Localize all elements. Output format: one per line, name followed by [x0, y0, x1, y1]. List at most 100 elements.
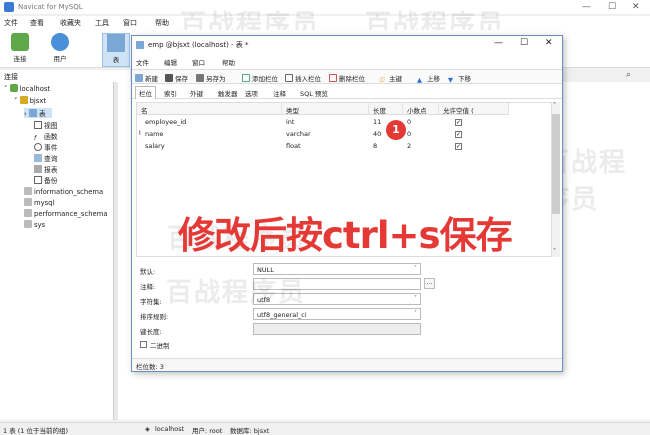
- sidebar-header: 连接: [0, 70, 130, 82]
- clock-icon: [34, 143, 42, 151]
- insert-field-button[interactable]: 插入栏位: [285, 73, 321, 83]
- dialog-menubar: 文件 编辑 窗口 帮助: [132, 55, 562, 68]
- save-button[interactable]: 保存: [165, 73, 188, 83]
- new-button[interactable]: 新建: [135, 73, 158, 83]
- tab-options[interactable]: 选项: [245, 88, 258, 98]
- table-icon: [28, 109, 37, 117]
- menu-help[interactable]: 帮助: [155, 18, 169, 28]
- field-type-cell[interactable]: int: [282, 116, 298, 128]
- tab-sql-preview[interactable]: SQL 预览: [300, 88, 328, 98]
- table-button[interactable]: 表: [102, 33, 130, 67]
- nullable-checkbox[interactable]: ✓: [455, 119, 462, 126]
- tab-fields[interactable]: 栏位: [135, 86, 156, 99]
- connect-button[interactable]: 连接: [6, 33, 34, 63]
- watermark: 百战程序员: [166, 278, 307, 308]
- database-icon: [24, 209, 32, 217]
- tab-triggers[interactable]: 触发器: [218, 88, 238, 98]
- tree-node-reports[interactable]: 报表: [34, 164, 58, 174]
- minimize-icon[interactable]: —: [582, 2, 591, 12]
- tree-node-information-schema[interactable]: information_schema: [24, 187, 103, 196]
- menu-window[interactable]: 窗口: [123, 18, 137, 28]
- tree-node-performance-schema[interactable]: performance_schema: [24, 209, 107, 218]
- menu-tools[interactable]: 工具: [95, 18, 109, 28]
- comment-edit-button[interactable]: ...: [424, 278, 435, 289]
- field-name-cell[interactable]: salary: [141, 140, 169, 152]
- add-field-button[interactable]: 添加栏位: [242, 73, 278, 83]
- table-icon: [136, 41, 144, 49]
- binary-checkbox[interactable]: [140, 341, 147, 348]
- field-length-cell[interactable]: 8: [369, 140, 381, 152]
- close-icon[interactable]: ✕: [545, 38, 553, 48]
- save-as-button[interactable]: 另存为: [196, 73, 226, 83]
- charset-label: 字符集:: [140, 298, 162, 306]
- field-length-cell[interactable]: 40: [369, 128, 385, 140]
- app-title: Navicat for MySQL: [18, 3, 83, 11]
- plug-icon: [11, 33, 29, 51]
- query-icon: [34, 154, 42, 162]
- user-icon: [51, 33, 69, 51]
- tree-node-sys[interactable]: sys: [24, 220, 45, 229]
- menu-favorites[interactable]: 收藏夹: [60, 18, 81, 28]
- field-length-cell[interactable]: 11: [369, 116, 385, 128]
- user-label: 用户: [53, 55, 67, 63]
- chevron-down-icon[interactable]: ˅: [553, 248, 556, 255]
- tab-indexes[interactable]: 索引: [164, 88, 177, 98]
- maximize-icon[interactable]: ☐: [608, 2, 616, 12]
- tab-foreign-keys[interactable]: 外键: [190, 88, 203, 98]
- field-decimals-cell[interactable]: 2: [403, 140, 415, 152]
- field-type-cell[interactable]: varchar: [282, 128, 315, 140]
- dialog-menu-window[interactable]: 窗口: [192, 57, 205, 67]
- database-icon: [24, 187, 32, 195]
- menu-view[interactable]: 查看: [30, 18, 44, 28]
- column-header-name[interactable]: 名: [137, 103, 282, 115]
- key-length-label: 键长度:: [140, 328, 162, 336]
- move-up-button[interactable]: ▲ 上移: [417, 73, 440, 84]
- step-marker: 1: [386, 120, 406, 140]
- save-icon: [165, 74, 173, 82]
- tab-comment[interactable]: 注释: [273, 88, 286, 98]
- delete-field-button[interactable]: 删除栏位: [329, 73, 365, 83]
- tree-node-bjsxt[interactable]: ˅ bjsxt: [14, 96, 46, 105]
- dialog-title: emp @bjsxt (localhost) - 表 *: [148, 41, 249, 49]
- column-header-type[interactable]: 类型: [282, 103, 369, 115]
- database-icon: [24, 220, 32, 228]
- tree-node-queries[interactable]: 查询: [34, 153, 58, 163]
- menu-file[interactable]: 文件: [4, 18, 18, 28]
- scrollbar-thumb[interactable]: [552, 114, 560, 214]
- dialog-toolbar: 新建 保存 另存为 添加栏位 插入栏位 删除栏位 ⚿ 主键 ▲ 上移 ▼ 下移: [132, 69, 562, 84]
- search-icon[interactable]: ⌕: [626, 70, 631, 80]
- field-name-cell[interactable]: name: [141, 128, 167, 140]
- grid-scrollbar[interactable]: ˄ ˅: [551, 102, 560, 257]
- chevron-up-icon[interactable]: ˄: [553, 102, 556, 109]
- primary-key-button[interactable]: ⚿ 主键: [379, 73, 402, 84]
- field-type-cell[interactable]: float: [282, 140, 305, 152]
- nullable-checkbox[interactable]: ✓: [455, 143, 462, 150]
- dialog-menu-help[interactable]: 帮助: [222, 57, 235, 67]
- column-header-nullable[interactable]: 允许空值 (: [439, 103, 509, 115]
- move-down-button[interactable]: ▼ 下移: [448, 73, 471, 84]
- minimize-icon[interactable]: —: [494, 38, 503, 48]
- tree-node-events[interactable]: 事件: [34, 142, 58, 152]
- field-name-cell[interactable]: employee_id: [141, 116, 190, 128]
- collation-select[interactable]: utf8_general_ci ˅: [253, 308, 421, 320]
- dialog-menu-edit[interactable]: 编辑: [164, 57, 177, 67]
- table-icon: [107, 34, 125, 52]
- dialog-tabs: 栏位 索引 外键 触发器 选项 注释 SQL 预览: [132, 85, 562, 99]
- tree-node-backups[interactable]: 备份: [34, 175, 58, 185]
- close-icon[interactable]: ✕: [632, 2, 640, 12]
- user-button[interactable]: 用户: [46, 33, 74, 63]
- tree-node-mysql[interactable]: mysql: [24, 198, 54, 207]
- add-field-icon: [242, 74, 250, 82]
- tree-node-localhost[interactable]: ˅ localhost: [4, 84, 50, 93]
- maximize-icon[interactable]: ☐: [520, 38, 528, 48]
- nullable-checkbox[interactable]: ✓: [455, 131, 462, 138]
- delete-field-icon: [329, 74, 337, 82]
- app-titlebar: Navicat for MySQL — ☐ ✕: [0, 0, 650, 14]
- dialog-menu-file[interactable]: 文件: [136, 57, 149, 67]
- tree-node-views[interactable]: 视图: [34, 120, 58, 130]
- new-icon: [135, 74, 143, 82]
- key-length-field[interactable]: [253, 323, 421, 335]
- tree-node-tables[interactable]: › 表: [24, 108, 52, 118]
- column-header-decimals[interactable]: 小数点: [403, 103, 439, 115]
- column-header-length[interactable]: 长度: [369, 103, 403, 115]
